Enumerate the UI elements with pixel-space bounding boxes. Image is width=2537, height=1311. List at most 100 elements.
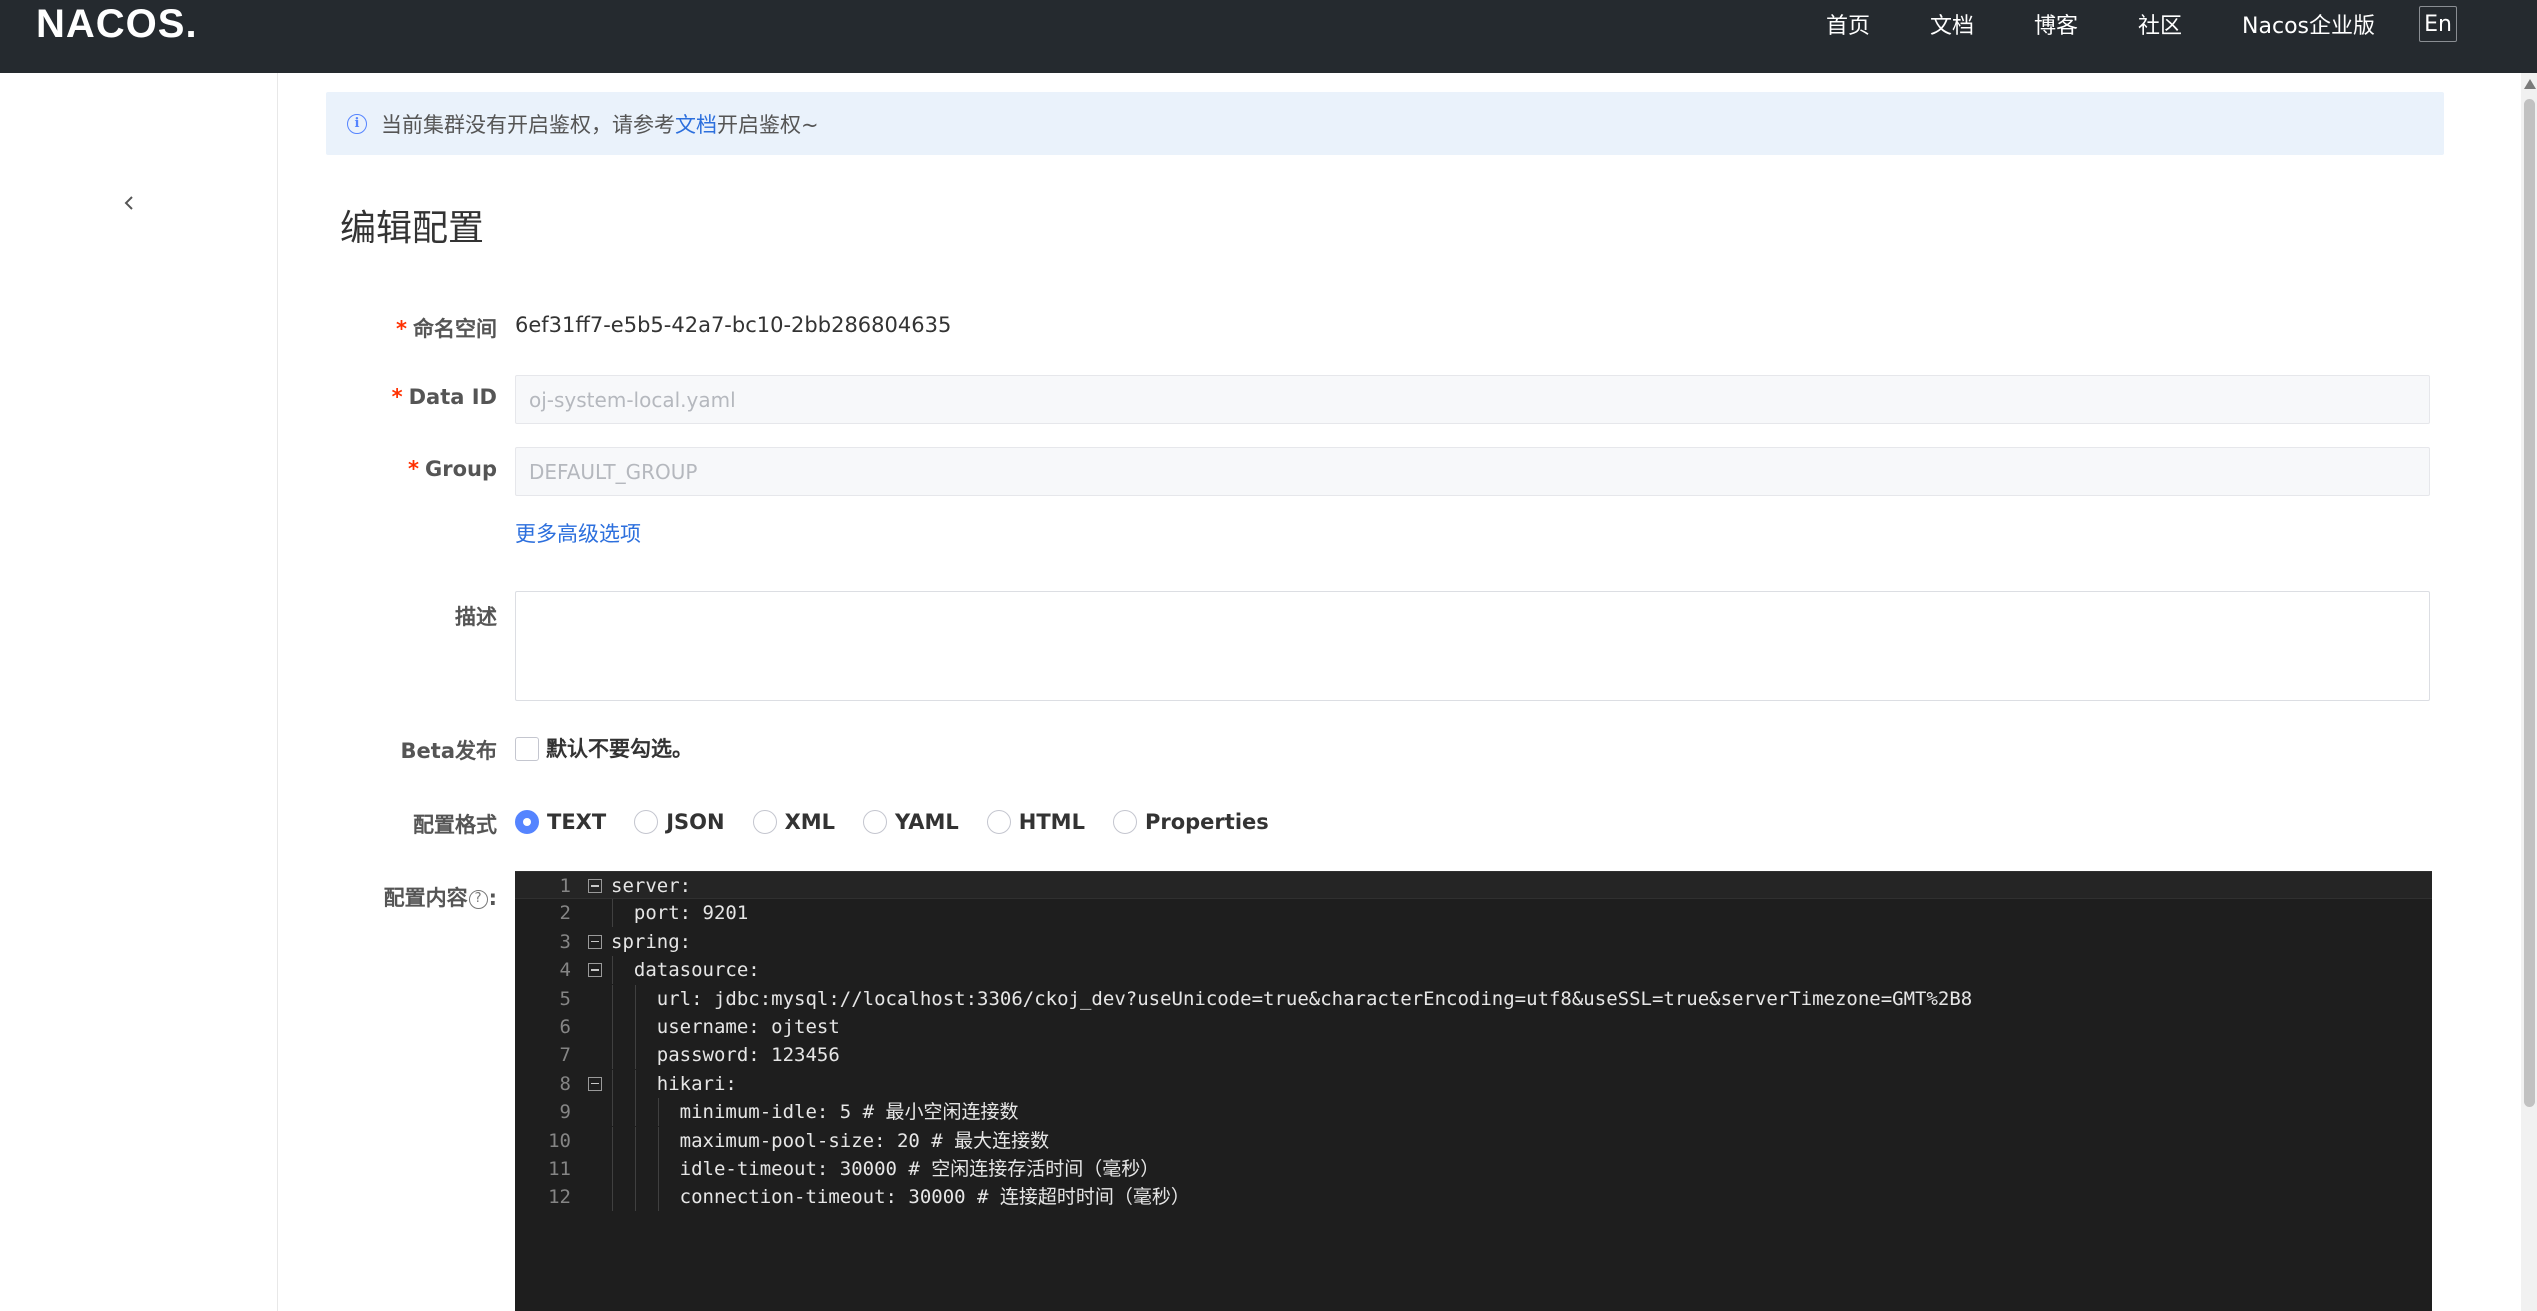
- nav-enterprise[interactable]: Nacos企业版: [2242, 8, 2375, 40]
- beta-checkbox-label[interactable]: 默认不要勾选。: [546, 733, 693, 763]
- group-label-text: Group: [424, 457, 497, 481]
- code-text: maximum-pool-size: 20 # 最大连接数: [611, 1129, 1050, 1152]
- code-text: port: 9201: [611, 902, 749, 925]
- line-number: 12: [548, 1186, 571, 1209]
- line-number: 11: [548, 1158, 571, 1180]
- editor-line[interactable]: 11 idle-timeout: 30000 # 空闲连接存活时间（毫秒）: [515, 1155, 2432, 1183]
- code-editor[interactable]: 1 server: 2 port: 9201 3 spring: 4 datasource…: [515, 871, 2432, 1311]
- editor-line[interactable]: 12 connection-timeout: 30000 # 连接超时时间（毫秒…: [515, 1183, 2432, 1212]
- line-number: 3: [559, 930, 571, 953]
- code-text: password: 123456: [611, 1044, 840, 1067]
- page-scrollbar[interactable]: [2521, 73, 2537, 1311]
- data-id-input[interactable]: oj-system-local.yaml: [515, 375, 2430, 424]
- content-label-suffix: :: [488, 886, 497, 910]
- editor-line[interactable]: 10 maximum-pool-size: 20 # 最大连接数: [515, 1126, 2432, 1155]
- top-navigation-bar: NACOS. 首页 文档 博客 社区 Nacos企业版 En: [0, 0, 2537, 73]
- line-number: 2: [559, 902, 571, 925]
- data-id-label: * Data ID: [392, 385, 497, 409]
- required-mark: *: [396, 317, 407, 341]
- code-text: spring:: [611, 930, 692, 953]
- data-id-label-text: Data ID: [408, 385, 497, 409]
- nav-blog[interactable]: 博客: [2034, 8, 2078, 40]
- line-number: 6: [559, 1016, 571, 1038]
- namespace-value: 6ef31ff7-e5b5-42a7-bc10-2bb286804635: [515, 313, 952, 337]
- nav-docs[interactable]: 文档: [1930, 8, 1974, 40]
- nav-community[interactable]: 社区: [2138, 8, 2182, 40]
- auth-notice-banner: i 当前集群没有开启鉴权，请参考 文档 开启鉴权~: [326, 92, 2444, 155]
- notice-docs-link[interactable]: 文档: [675, 109, 717, 139]
- format-option-label: TEXT: [547, 810, 607, 834]
- nacos-logo[interactable]: NACOS.: [36, 2, 198, 46]
- namespace-label-text: 命名空间: [413, 317, 497, 341]
- code-text: datasource:: [611, 959, 760, 982]
- page-title: 编辑配置: [340, 208, 485, 249]
- radio-button[interactable]: [634, 810, 659, 834]
- fold-toggle-icon[interactable]: [588, 963, 602, 978]
- format-radio-group: TEXT JSON XML YAML HTML Properties: [515, 805, 1297, 839]
- notice-text-after: 开启鉴权~: [717, 112, 819, 137]
- scroll-up-arrow-icon[interactable]: [2524, 79, 2536, 89]
- code-text: hikari:: [611, 1072, 737, 1095]
- format-option-xml[interactable]: XML: [752, 810, 836, 834]
- namespace-label: * 命名空间: [396, 313, 497, 343]
- format-option-json[interactable]: JSON: [634, 810, 725, 834]
- fold-toggle-icon[interactable]: [588, 879, 602, 893]
- info-icon: i: [347, 113, 367, 134]
- editor-line[interactable]: 5 url: jdbc:mysql://localhost:3306/ckoj_…: [515, 984, 2432, 1013]
- content-label: 配置内容?:: [384, 882, 497, 912]
- format-option-label: YAML: [895, 810, 959, 834]
- radio-button[interactable]: [752, 810, 777, 834]
- group-label: * Group: [408, 457, 497, 481]
- line-number: 5: [559, 987, 571, 1010]
- line-number: 1: [559, 875, 571, 897]
- code-text: connection-timeout: 30000 # 连接超时时间（毫秒）: [611, 1186, 1190, 1209]
- main-nav: 首页 文档 博客 社区 Nacos企业版: [1766, 0, 2375, 48]
- advanced-options-link[interactable]: 更多高级选项: [515, 518, 641, 548]
- code-text: server:: [611, 875, 692, 897]
- code-text: minimum-idle: 5 # 最小空闲连接数: [611, 1101, 1019, 1124]
- code-text: username: ojtest: [611, 1016, 840, 1038]
- format-option-yaml[interactable]: YAML: [863, 810, 959, 834]
- editor-line[interactable]: 4 datasource:: [515, 956, 2432, 985]
- format-option-label: HTML: [1018, 810, 1085, 834]
- editor-line[interactable]: 2 port: 9201: [515, 899, 2432, 928]
- format-option-label: XML: [784, 810, 836, 834]
- chevron-left-icon[interactable]: [118, 188, 140, 218]
- fold-toggle-icon[interactable]: [588, 934, 602, 949]
- editor-line[interactable]: 7 password: 123456: [515, 1041, 2432, 1070]
- help-icon[interactable]: ?: [468, 889, 488, 909]
- sidebar: [0, 73, 278, 1311]
- line-number: 8: [559, 1072, 571, 1095]
- editor-line[interactable]: 6 username: ojtest: [515, 1013, 2432, 1041]
- code-text: url: jdbc:mysql://localhost:3306/ckoj_de…: [611, 987, 1973, 1010]
- format-option-properties[interactable]: Properties: [1112, 810, 1269, 834]
- scrollbar-thumb[interactable]: [2524, 99, 2535, 1107]
- description-textarea[interactable]: [515, 591, 2430, 701]
- language-switch-button[interactable]: En: [2419, 6, 2457, 42]
- radio-button[interactable]: [863, 810, 888, 834]
- format-option-label: JSON: [666, 810, 725, 834]
- editor-line[interactable]: 9 minimum-idle: 5 # 最小空闲连接数: [515, 1098, 2432, 1127]
- nav-home[interactable]: 首页: [1826, 8, 1870, 40]
- editor-line[interactable]: 1 server:: [515, 871, 2432, 899]
- editor-line[interactable]: 3 spring:: [515, 928, 2432, 956]
- description-label: 描述: [455, 605, 497, 629]
- radio-button[interactable]: [1112, 810, 1137, 834]
- format-option-text[interactable]: TEXT: [515, 810, 606, 834]
- fold-toggle-icon[interactable]: [588, 1076, 602, 1091]
- code-text: idle-timeout: 30000 # 空闲连接存活时间（毫秒）: [611, 1158, 1160, 1180]
- format-option-html[interactable]: HTML: [986, 810, 1085, 834]
- radio-button[interactable]: [986, 810, 1011, 834]
- line-number: 4: [559, 959, 571, 982]
- line-number: 7: [559, 1044, 571, 1067]
- radio-button[interactable]: [515, 810, 539, 834]
- group-input[interactable]: DEFAULT_GROUP: [515, 447, 2430, 496]
- beta-label: Beta发布: [400, 739, 497, 763]
- format-option-label: Properties: [1144, 810, 1269, 834]
- content-label-text: 配置内容: [383, 886, 468, 910]
- beta-checkbox[interactable]: [515, 737, 539, 761]
- format-label: 配置格式: [413, 813, 497, 837]
- required-mark: *: [408, 457, 419, 481]
- line-number: 9: [559, 1101, 571, 1124]
- editor-line[interactable]: 8 hikari:: [515, 1069, 2432, 1098]
